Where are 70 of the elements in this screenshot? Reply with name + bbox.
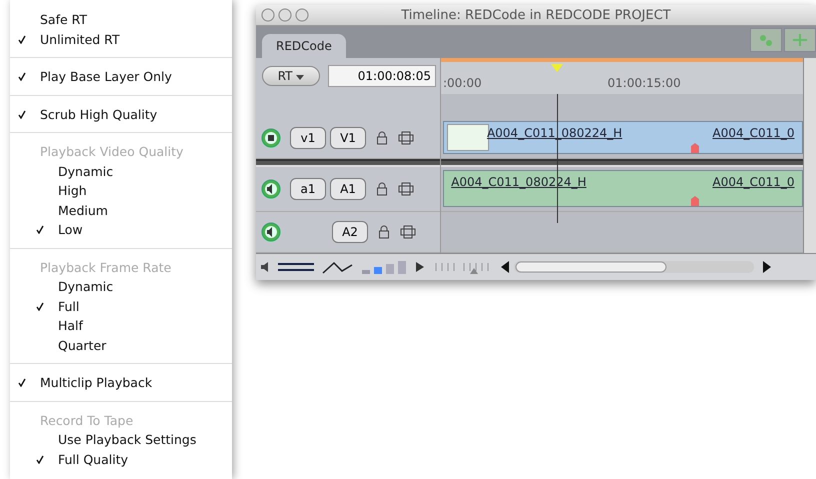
menu-item-label: Quarter [58,338,106,353]
clip-name: A004_C011_0 [712,175,795,189]
menu-item-label: Scrub High Quality [40,106,158,122]
menu-section-header: Playback Video Quality [39,143,184,162]
menu-item[interactable]: High [10,181,232,200]
vertical-scrollbar[interactable] [803,58,816,253]
time-ruler[interactable]: :00:00 01:00:15:00 [441,58,803,94]
menu-item-label: Multiclip Playback [40,375,152,390]
window-buttons-icon[interactable] [261,8,311,22]
printer-icon[interactable] [400,225,416,239]
menu-item[interactable]: Quarter [10,336,232,355]
timecode-field[interactable]: 01:00:08:05 [328,65,436,87]
menu-item-label: Low [58,222,83,238]
source-patch[interactable]: a1 [290,178,326,200]
menu-item[interactable]: Use Playback Settings [10,430,232,450]
menu-item[interactable]: Play Base Layer Only [10,67,232,86]
menu-item-label: Full [58,298,80,314]
menu-item-label: High [58,183,87,198]
printer-icon[interactable] [398,182,414,196]
menu-item-label: Use Playback Settings [58,432,196,448]
marker-icon [691,196,700,206]
horizontal-scrollbar[interactable] [514,260,754,274]
menu-item[interactable]: Full Quality [10,450,232,469]
menu-item-label: Dynamic [58,164,114,179]
menu-item-label: Play Base Layer Only [40,69,172,84]
menu-item[interactable]: Scrub High Quality [10,104,232,124]
clip-thumbnail [447,124,489,151]
scroll-right-icon[interactable] [762,261,772,273]
lock-icon[interactable] [376,131,388,145]
destination-patch[interactable]: A1 [330,178,366,200]
menu-item-label: Dynamic [58,279,114,294]
menu-item[interactable]: Safe RT [10,10,232,30]
menu-item[interactable]: Unlimited RT [10,30,232,49]
menu-section-header: Playback Frame Rate [39,258,172,277]
destination-patch[interactable]: A2 [332,221,368,243]
speaker-toggle-icon[interactable] [261,222,281,242]
source-patch[interactable]: v1 [290,127,326,149]
eye-toggle-icon[interactable] [261,128,281,148]
ruler-label: :00:00 [443,76,482,90]
menu-section-header: Record To Tape [39,412,134,430]
marker-icon [691,143,700,153]
window-title: Timeline: REDCode in REDCODE PROJECT [400,8,672,22]
track-height-icon[interactable] [278,261,314,273]
ruler-label: 01:00:15:00 [608,76,681,90]
lock-icon[interactable] [376,182,388,196]
menu-item[interactable]: Medium [10,200,232,220]
menu-item-label: Full Quality [58,452,128,467]
keyframe-graph-icon[interactable] [322,260,354,274]
menu-item-label: Safe RT [40,12,88,28]
lock-icon[interactable] [378,225,390,239]
crosshair-icon [792,33,808,47]
menu-item[interactable]: Dynamic [10,162,232,181]
menu-item-label: Unlimited RT [40,32,120,47]
menu-item[interactable]: Dynamic [10,277,232,296]
right-arrow-icon[interactable] [416,262,424,272]
rt-menu-button[interactable]: RT [262,66,320,86]
printer-icon[interactable] [398,131,414,145]
speaker-toggle-icon[interactable] [261,179,281,199]
menu-item-label: Half [58,318,83,334]
menu-item[interactable]: Full [10,296,232,316]
menu-item[interactable]: Multiclip Playback [10,373,232,392]
clip-name: A004_C011_0 [712,126,795,140]
sequence-tab[interactable]: REDCode [262,34,346,58]
scroll-left-icon[interactable] [500,261,510,273]
menu-item[interactable]: Low [10,220,232,240]
menu-item[interactable]: Half [10,316,232,336]
menu-item-label: Medium [58,202,108,218]
snapping-icon [758,33,774,47]
caret-icon [296,75,304,80]
destination-patch[interactable]: V1 [330,127,366,149]
